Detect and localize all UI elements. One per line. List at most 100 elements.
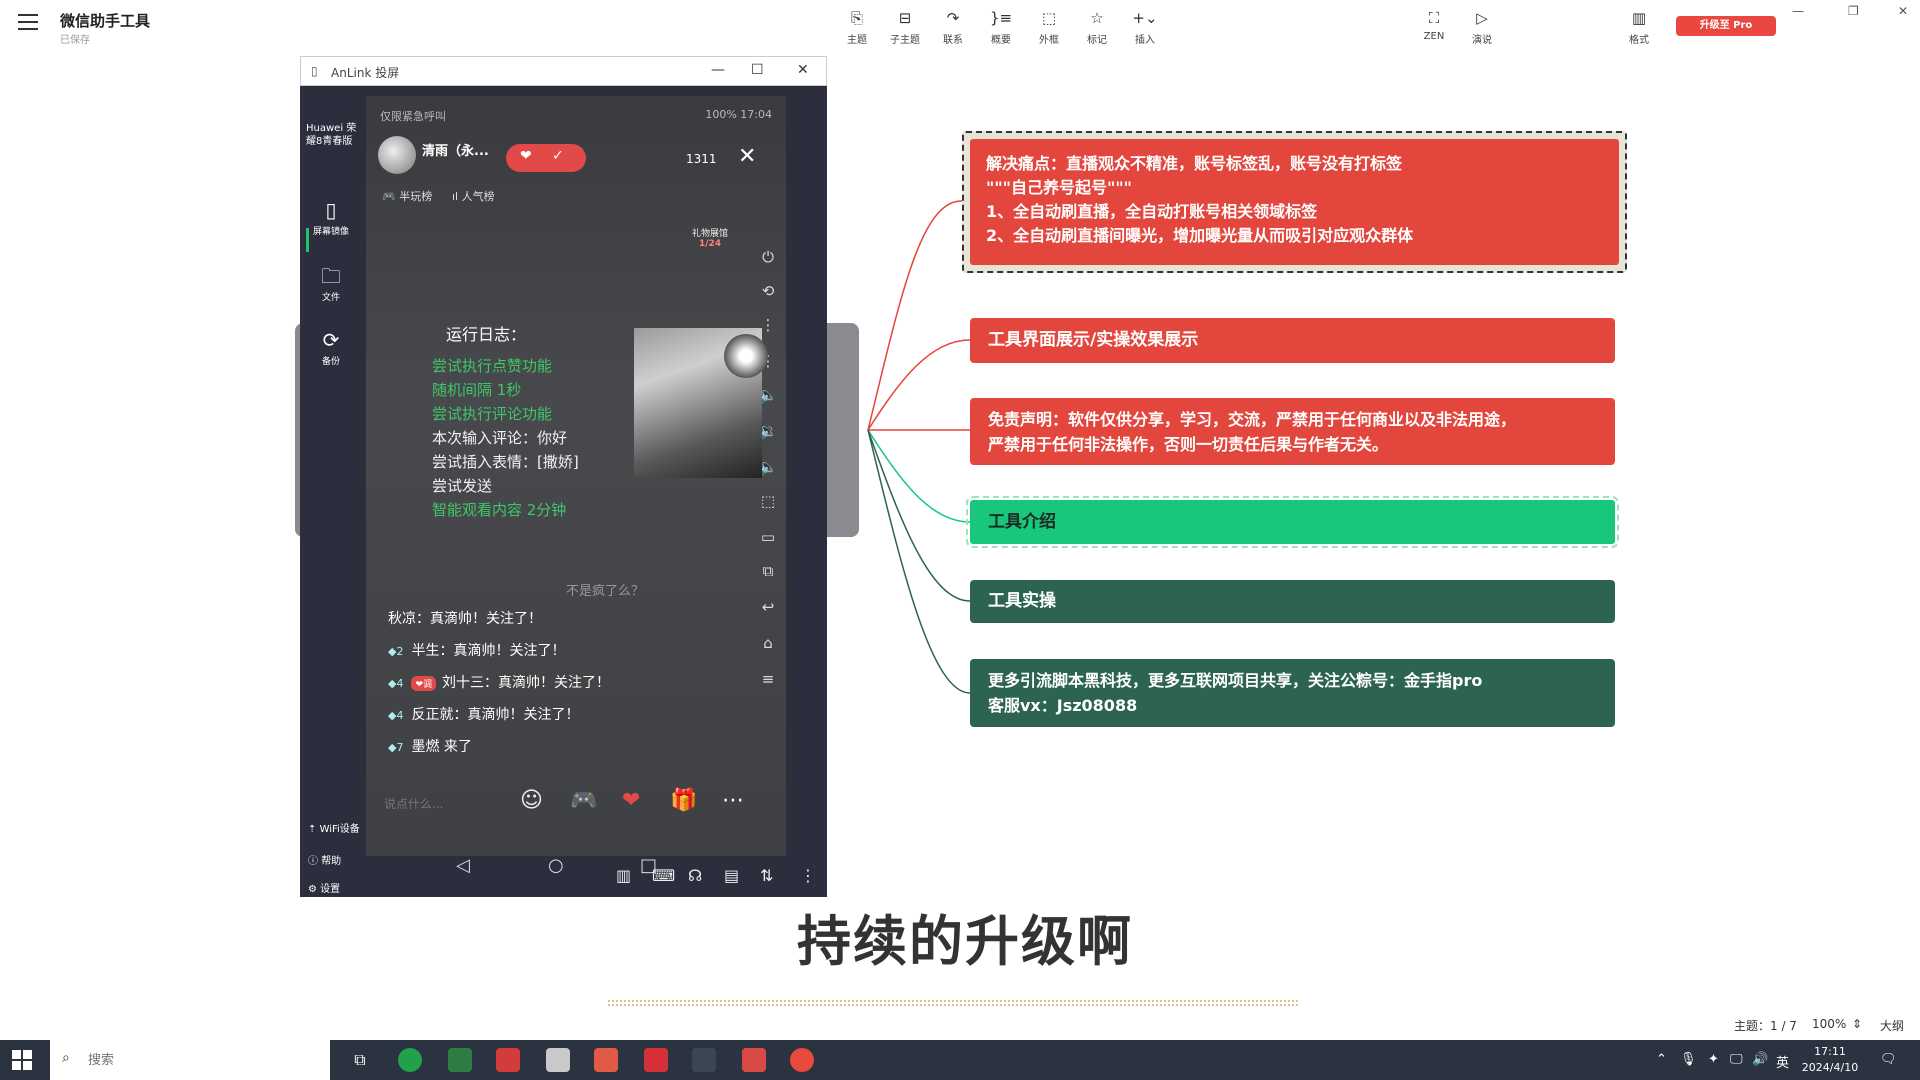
viewer-count: 1311 <box>686 152 717 166</box>
mindmap-node-contact[interactable]: 更多引流脚本黑科技，更多互联网项目共享，关注公粽号：金手指pro 客服vx：Js… <box>970 659 1615 727</box>
power-icon[interactable]: ⏻ <box>756 248 780 266</box>
mindmap-node-pain-points[interactable]: 解决痛点：直播观众不精准，账号标签乱，账号没有打标签 """自己养号起号""" … <box>962 131 1627 273</box>
notification-icon[interactable]: 🗨 <box>1880 1052 1897 1067</box>
game-icon[interactable]: 🎮 <box>570 788 597 813</box>
minimize-icon[interactable]: — <box>1792 4 1804 18</box>
toolbar-subtopic-button[interactable]: ⊟ 子主题 <box>883 8 927 46</box>
device-name: Huawei 荣耀8青春版 <box>306 123 357 147</box>
follow-button[interactable]: ❤ ✓ <box>506 144 586 172</box>
crop-icon[interactable]: ⧉ <box>756 562 780 580</box>
heart-gift-icon[interactable]: ❤ <box>622 788 640 813</box>
tray-expand-icon[interactable]: ⌃ <box>1656 1052 1667 1067</box>
log-line: 尝试执行点赞功能 <box>432 357 553 375</box>
help-button[interactable]: ⓘ 帮助 <box>308 852 341 867</box>
recorder-app-icon[interactable] <box>742 1048 766 1072</box>
chat-message: ◆4 反正就：真滴帅！关注了！ <box>388 707 580 723</box>
phone-status-left: 仅限紧急呼叫 <box>380 110 446 123</box>
upgrade-pro-button[interactable]: 升级至 Pro <box>1676 16 1776 36</box>
transfer-icon[interactable]: ⇅ <box>760 866 773 885</box>
zoom-stepper-icon[interactable]: ⇕ <box>1852 1017 1862 1031</box>
taskbar-search[interactable]: ⌕ <box>50 1040 330 1080</box>
restore-icon[interactable]: ❐ <box>1848 4 1859 18</box>
phone-status-right: 100% 17:04 <box>705 108 772 121</box>
comment-input[interactable] <box>384 790 494 818</box>
rank-popularity-button[interactable]: ıl 人气榜 <box>452 188 495 204</box>
layout-icon[interactable]: ▥ <box>616 866 631 885</box>
back-icon[interactable]: ↩ <box>756 598 780 616</box>
network-icon[interactable]: 🖵 <box>1730 1052 1743 1067</box>
mail-app-icon[interactable] <box>448 1048 472 1072</box>
toolbar-zen-button[interactable]: ⛶ ZEN <box>1412 8 1456 42</box>
heart-icon: ❤ <box>520 148 532 164</box>
wechat-tray-icon[interactable]: ✦ <box>1708 1052 1719 1067</box>
emoji-icon[interactable]: ☺ <box>520 788 543 813</box>
terminal-app-icon[interactable] <box>692 1048 716 1072</box>
home-icon[interactable]: ⌂ <box>756 634 780 652</box>
settings-button[interactable]: ⚙ 设置 <box>308 880 340 895</box>
level-badge: ◆4 <box>388 709 404 722</box>
more-icon[interactable]: ⋯ <box>722 788 744 813</box>
toolbar-present-button[interactable]: ▷ 演说 <box>1460 8 1504 46</box>
boundary-icon: ⬚ <box>1041 9 1057 27</box>
wifi-device-button[interactable]: ⇡ WiFi设备 <box>308 820 360 835</box>
microphone-icon[interactable]: 🎙 <box>1680 1052 1697 1067</box>
backup-icon: ⟳ <box>322 328 340 352</box>
format-icon: ▥ <box>1631 9 1647 27</box>
mirror-minimize-icon[interactable]: — <box>711 62 725 78</box>
mirror-close-icon[interactable]: ✕ <box>797 62 809 78</box>
run-log-title: 运行日志： <box>446 325 527 344</box>
sidebar-item-screen-mirror[interactable]: ▯ 屏幕镜像 <box>306 198 356 237</box>
mindmap-node-tool-operation[interactable]: 工具实操 <box>970 580 1615 623</box>
faded-comment: 不是疯了么？ <box>566 584 645 599</box>
mirror-sidebar: Huawei 荣耀8青春版 ▯ 屏幕镜像 🗀 文件 ⟳ 备份 <box>300 86 360 897</box>
toolbar-summary-button[interactable]: }≡ 概要 <box>979 8 1023 46</box>
sidebar-item-files[interactable]: 🗀 文件 <box>306 264 356 303</box>
more-vertical-icon[interactable]: ⋮ <box>800 866 816 885</box>
close-icon[interactable]: ✕ <box>1898 4 1908 18</box>
keyboard-icon[interactable]: ⌨ <box>652 866 675 885</box>
summary-icon: }≡ <box>989 9 1013 27</box>
log-line: 尝试发送 <box>432 477 493 495</box>
mindmap-node-disclaimer[interactable]: 免责声明：软件仅供分享，学习，交流，严禁用于任何商业以及非法用途， 严禁用于任何… <box>970 398 1615 465</box>
taskbar-clock[interactable]: 17:11 2024/4/10 <box>1800 1044 1860 1076</box>
menu-icon[interactable] <box>18 14 38 30</box>
folder-icon: 🗀 <box>321 264 341 288</box>
chat-message: ◆4 ❤调 刘十三：真滴帅！关注了！ <box>388 675 611 691</box>
app-toolbar: 微信助手工具 已保存 ⎘ 主题 ⊟ 子主题 ↷ 联系 }≡ 概要 ⬚ 外框 ☆ … <box>0 0 1920 56</box>
phone-link-icon[interactable] <box>546 1048 570 1072</box>
phone-screen[interactable]: 仅限紧急呼叫 100% 17:04 清雨（永... ❤ ✓ 1311 ✕ 🎮 半… <box>366 96 786 876</box>
mirror-maximize-icon[interactable]: ☐ <box>751 62 764 78</box>
outline-button[interactable]: 大纲 <box>1880 1017 1904 1034</box>
mindmap-node-tool-intro[interactable]: 工具介绍 <box>966 496 1619 548</box>
gamepad-icon[interactable]: ▤ <box>724 866 739 885</box>
volume-icon[interactable]: 🔊 <box>1752 1052 1768 1067</box>
windows-start-icon[interactable] <box>12 1050 32 1070</box>
ime-indicator[interactable]: 英 <box>1776 1052 1789 1071</box>
toolbar-insert-button[interactable]: +⌄ 插入 <box>1123 8 1167 46</box>
search-icon: ⌕ <box>62 1050 70 1066</box>
gift-gallery[interactable]: 礼物展馆 1/24 <box>692 226 728 249</box>
gift-icon[interactable]: 🎁 <box>670 788 697 813</box>
sidebar-item-backup[interactable]: ⟳ 备份 <box>306 328 356 367</box>
toolbox-app-icon[interactable] <box>594 1048 618 1072</box>
toolbar-topic-button[interactable]: ⎘ 主题 <box>835 8 879 46</box>
mindmap-node-ui-demo[interactable]: 工具界面展示/实操效果展示 <box>970 318 1615 363</box>
document-title: 微信助手工具 <box>60 12 151 30</box>
search-input[interactable] <box>88 1049 288 1071</box>
store-app-icon[interactable] <box>496 1048 520 1072</box>
toolbar-marker-button[interactable]: ☆ 标记 <box>1075 8 1119 46</box>
rotate-icon[interactable]: ⟲ <box>756 282 780 300</box>
edge-browser-icon[interactable] <box>398 1048 422 1072</box>
toolbar-boundary-button[interactable]: ⬚ 外框 <box>1027 8 1071 46</box>
chrome-browser-icon[interactable] <box>790 1048 814 1072</box>
streamer-avatar[interactable] <box>378 136 416 174</box>
xmind-app-icon[interactable] <box>644 1048 668 1072</box>
live-close-icon[interactable]: ✕ <box>738 144 756 169</box>
menu-lines-icon[interactable]: ≡ <box>756 670 780 688</box>
task-view-icon[interactable]: ⧉ <box>348 1048 372 1072</box>
zoom-level[interactable]: 100% <box>1812 1017 1846 1031</box>
headset-icon[interactable]: ☊ <box>688 866 702 885</box>
toolbar-format-button[interactable]: ▥ 格式 <box>1617 8 1661 46</box>
toolbar-relation-button[interactable]: ↷ 联系 <box>931 8 975 46</box>
rank-play-button[interactable]: 🎮 半玩榜 <box>382 188 432 204</box>
